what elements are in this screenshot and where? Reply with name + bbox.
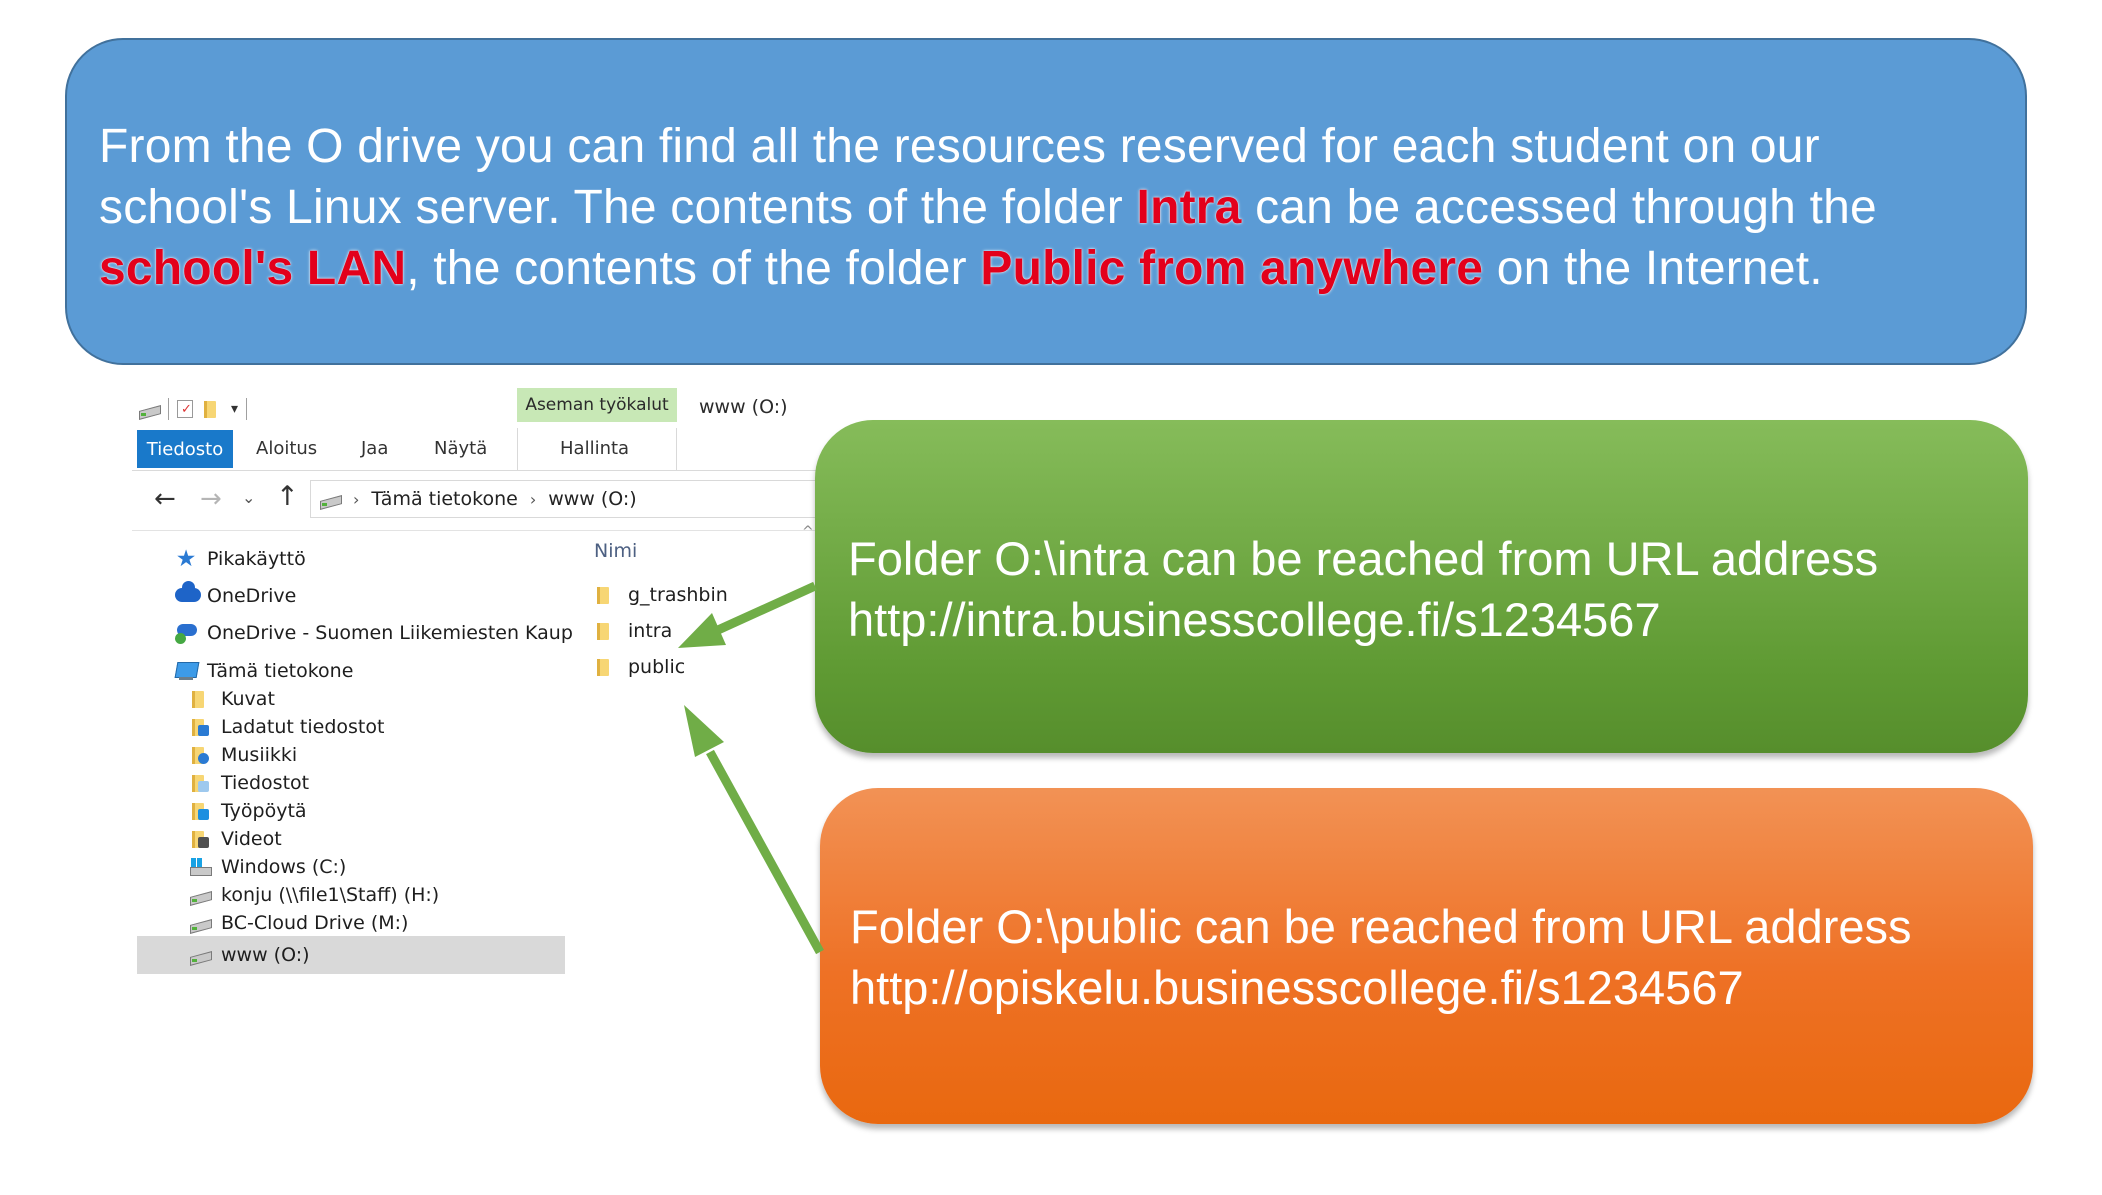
nav-item-label: Ladatut tiedostot: [221, 716, 385, 738]
music-folder-icon: [189, 744, 211, 766]
back-arrow-icon[interactable]: ←: [154, 484, 176, 514]
file-item-g-trashbin[interactable]: g_trashbin: [594, 584, 728, 606]
intra-note-line-1: Folder O:\intra can be reached from URL …: [848, 532, 1879, 585]
nav-item-onedrive[interactable]: OneDrive: [175, 581, 297, 607]
cloud-drive-icon: [189, 912, 211, 934]
nav-item-drive-h[interactable]: konju (\\file1\Staff) (H:): [189, 884, 439, 906]
nav-item-downloads[interactable]: Ladatut tiedostot: [189, 716, 384, 738]
file-item-label: g_trashbin: [628, 584, 728, 606]
folder-icon: [594, 656, 616, 678]
nav-item-videos[interactable]: Videot: [189, 828, 282, 850]
tab-share[interactable]: Jaa: [361, 438, 388, 459]
folder-icon: [594, 620, 616, 642]
tab-view[interactable]: Näytä: [434, 438, 487, 459]
intra-url: http://intra.businesscollege.fi/s1234567: [848, 593, 1661, 646]
drive-tools-context-tab: Aseman työkalut: [517, 388, 677, 422]
nav-item-this-pc[interactable]: Tämä tietokone: [175, 660, 353, 682]
column-header-name[interactable]: Nimi: [594, 540, 637, 562]
network-drive-icon: [189, 944, 211, 966]
file-item-label: intra: [628, 620, 673, 642]
drive-icon: [138, 398, 160, 420]
nav-item-drive-o[interactable]: www (O:): [137, 936, 565, 974]
nav-item-drive-m[interactable]: BC-Cloud Drive (M:): [189, 912, 408, 934]
up-arrow-icon[interactable]: ↑: [276, 481, 299, 512]
nav-item-onedrive-org[interactable]: OneDrive - Suomen Liikemiesten Kaup: [175, 622, 573, 644]
new-folder-icon[interactable]: [201, 398, 223, 420]
nav-item-label: Työpöytä: [221, 800, 307, 822]
breadcrumb-this-pc[interactable]: Tämä tietokone: [371, 488, 517, 510]
navigation-pane: ★ Pikakäyttö OneDrive OneDrive - Suomen …: [137, 538, 573, 1113]
breadcrumb-drive-o[interactable]: www (O:): [548, 488, 637, 510]
quick-access-toolbar: ✓ ▾: [138, 396, 248, 422]
nav-item-documents[interactable]: Tiedostot: [189, 772, 309, 794]
nav-item-label: Kuvat: [221, 688, 275, 710]
nav-item-desktop[interactable]: Työpöytä: [189, 800, 307, 822]
ribbon-divider: [132, 470, 820, 471]
tab-home[interactable]: Aloitus: [256, 438, 317, 459]
window-title: www (O:): [699, 396, 788, 418]
highlight-intra: Intra: [1136, 181, 1242, 234]
nav-item-drive-c[interactable]: Windows (C:): [189, 856, 346, 878]
highlight-public-anywhere: Public from anywhere: [980, 242, 1484, 295]
file-item-public[interactable]: public: [594, 656, 685, 678]
properties-icon[interactable]: ✓: [177, 400, 193, 418]
network-drive-icon: [189, 884, 211, 906]
forward-arrow-icon[interactable]: →: [200, 484, 222, 514]
computer-icon: [175, 660, 197, 682]
address-bar[interactable]: › Tämä tietokone › www (O:): [310, 480, 820, 518]
customize-toolbar-icon[interactable]: ▾: [231, 401, 238, 417]
onedrive-cloud-icon: [175, 581, 201, 607]
address-divider: [132, 530, 820, 531]
star-icon: ★: [175, 546, 197, 572]
drive-icon: [319, 488, 341, 510]
nav-item-pictures[interactable]: Kuvat: [189, 688, 275, 710]
nav-item-label: Tämä tietokone: [207, 660, 354, 682]
videos-folder-icon: [189, 828, 211, 850]
nav-item-label: Windows (C:): [221, 856, 347, 878]
public-url-callout: Folder O:\public can be reached from URL…: [820, 788, 2033, 1124]
pictures-folder-icon: [189, 688, 211, 710]
breadcrumb-separator-icon: ›: [353, 489, 360, 509]
file-explorer-window: ✓ ▾ Aseman työkalut www (O:) Tiedosto Al…: [132, 388, 820, 1118]
file-item-label: public: [628, 656, 686, 678]
intro-text-part: can be accessed through the: [1241, 181, 1877, 234]
windows-drive-icon: [189, 856, 212, 878]
nav-item-label: www (O:): [221, 944, 310, 966]
nav-item-label: OneDrive: [207, 585, 297, 607]
intra-url-callout: Folder O:\intra can be reached from URL …: [815, 420, 2028, 753]
recent-locations-chevron-icon[interactable]: ⌄: [242, 488, 255, 507]
nav-item-music[interactable]: Musiikki: [189, 744, 297, 766]
nav-item-label: konju (\\file1\Staff) (H:): [221, 884, 440, 906]
nav-item-label: Videot: [221, 828, 282, 850]
onedrive-business-icon: [175, 622, 197, 644]
documents-folder-icon: [189, 772, 211, 794]
sort-chevron-icon: ^: [802, 524, 814, 540]
highlight-school-lan: school's LAN: [99, 242, 407, 295]
toolbar-divider: [168, 398, 169, 420]
intro-callout: From the O drive you can find all the re…: [65, 38, 2027, 365]
intro-text-part: , the contents of the folder: [406, 242, 981, 295]
tab-file[interactable]: Tiedosto: [137, 430, 233, 468]
toolbar-divider: [246, 398, 248, 420]
nav-item-quick-access[interactable]: ★ Pikakäyttö: [175, 546, 306, 572]
nav-item-label: Pikakäyttö: [207, 548, 306, 570]
downloads-folder-icon: [189, 716, 211, 738]
desktop-folder-icon: [189, 800, 211, 822]
nav-item-label: Musiikki: [221, 744, 298, 766]
nav-item-label: OneDrive - Suomen Liikemiesten Kaup: [207, 622, 573, 644]
folder-icon: [594, 584, 616, 606]
tab-manage[interactable]: Hallinta: [560, 438, 629, 459]
nav-item-label: BC-Cloud Drive (M:): [221, 912, 409, 934]
public-url: http://opiskelu.businesscollege.fi/s1234…: [850, 961, 1744, 1014]
file-item-intra[interactable]: intra: [594, 620, 672, 642]
intro-text-part: on the Internet.: [1483, 242, 1823, 295]
breadcrumb-separator-icon: ›: [529, 489, 537, 509]
public-note-line-1: Folder O:\public can be reached from URL…: [850, 900, 1912, 953]
intro-text: From the O drive you can find all the re…: [99, 116, 1979, 299]
nav-item-label: Tiedostot: [221, 772, 310, 794]
